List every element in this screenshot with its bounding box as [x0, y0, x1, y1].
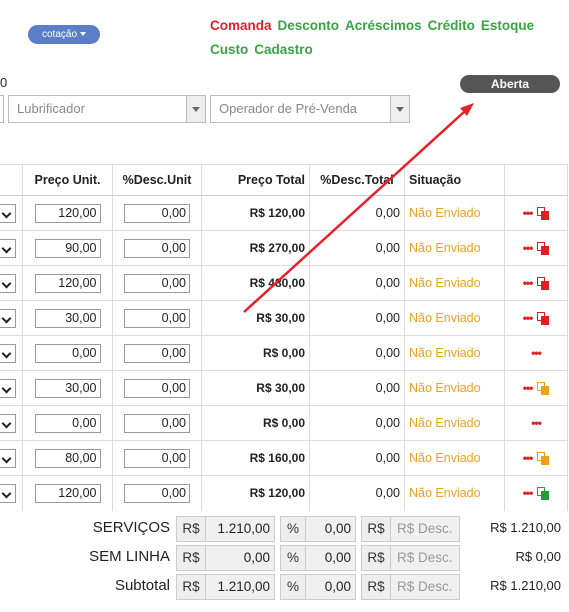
- annotation-arrow: [243, 103, 474, 313]
- arrow-line: [243, 111, 465, 313]
